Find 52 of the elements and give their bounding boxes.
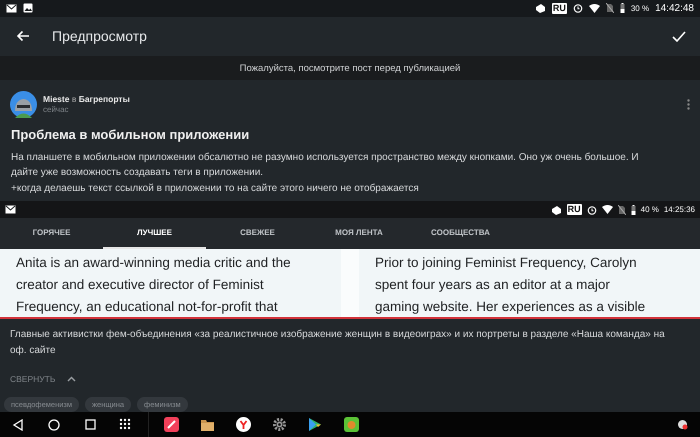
tab[interactable]: МОЯ ЛЕНТА — [309, 218, 409, 250]
battery-icon — [620, 3, 625, 14]
more-options-icon[interactable] — [687, 98, 690, 110]
text-line: Anita is an award-winning media critic and the — [16, 254, 292, 272]
text-line: creator and executive director of Feminist — [16, 276, 265, 294]
post-paragraph: +когда делаешь текст ссылкой в приложении то на сайте этого ничего не отображается — [11, 182, 420, 196]
browser-app-icon[interactable] — [236, 417, 250, 432]
brush-app-icon[interactable] — [164, 417, 178, 432]
back-icon[interactable] — [12, 418, 24, 430]
no-signal-icon — [618, 204, 626, 215]
battery-percent: 30 % — [630, 4, 650, 13]
recents-icon[interactable] — [84, 419, 96, 430]
game-app-icon[interactable] — [344, 417, 358, 432]
notification-icon[interactable] — [676, 419, 688, 430]
image-icon — [23, 3, 33, 14]
screen-title: Предпросмотр — [52, 28, 148, 44]
battery-icon — [630, 204, 636, 215]
post-time: сейчас — [43, 105, 70, 114]
text-line: Frequency, an educational not-for-profit that — [16, 298, 279, 316]
notice-banner: Пожалуйста, посмотрите пост перед публикацией — [0, 56, 700, 80]
checkmark-icon[interactable] — [672, 30, 686, 42]
post-paragraph: На планшете в мобильном приложении обсалютно не разумно используется пространство между кнопками. Оно уж очень большое. И дайте уже возможность создавать теги в приложении. — [11, 150, 640, 180]
status-time: 14:25:36 — [664, 205, 695, 214]
language-indicator: RU — [552, 2, 567, 14]
play-store-icon[interactable] — [308, 417, 322, 432]
alarm-icon — [572, 3, 583, 14]
alarm-icon — [586, 204, 597, 215]
post-title: Проблема в мобильном приложении — [10, 126, 250, 142]
app-grid-icon[interactable] — [119, 418, 133, 432]
wifi-icon — [602, 205, 613, 214]
gear-app-icon[interactable] — [272, 417, 286, 432]
folder-app-icon[interactable] — [200, 418, 214, 432]
chevron-up-icon[interactable] — [67, 376, 76, 382]
language-indicator: RU — [566, 204, 582, 216]
home-icon[interactable] — [48, 418, 60, 430]
collapse-button[interactable]: СВЕРНУТЬ — [10, 374, 56, 384]
author-line: Mieste в Багрепорты — [43, 94, 131, 104]
no-signal-icon — [606, 3, 614, 14]
text-line: gaming website. Her experiences as a visible — [375, 298, 646, 316]
wifi-icon — [588, 4, 600, 13]
tab[interactable]: ГОРЯЧЕЕ — [0, 218, 103, 250]
back-arrow-icon[interactable] — [16, 30, 30, 42]
text-line: Prior to joining Feminist Frequency, Carolyn — [375, 254, 638, 272]
battery-percent: 40 % — [640, 205, 659, 214]
text-line: spent four years as an editor at a major — [375, 276, 611, 294]
tab[interactable]: СООБЩЕСТВА — [409, 218, 512, 250]
mail-icon — [5, 205, 16, 214]
avatar-icon — [10, 90, 37, 118]
image-caption: Главные активистки фем-объединения «за реалистичное изображение женщин в видеоиграх» и их портреты в разделе «Наша команда» на оф. сайте — [9, 328, 666, 358]
tab[interactable]: СВЕЖЕЕ — [206, 218, 309, 250]
status-time: 14:42:48 — [655, 2, 694, 14]
mail-icon — [6, 4, 17, 13]
